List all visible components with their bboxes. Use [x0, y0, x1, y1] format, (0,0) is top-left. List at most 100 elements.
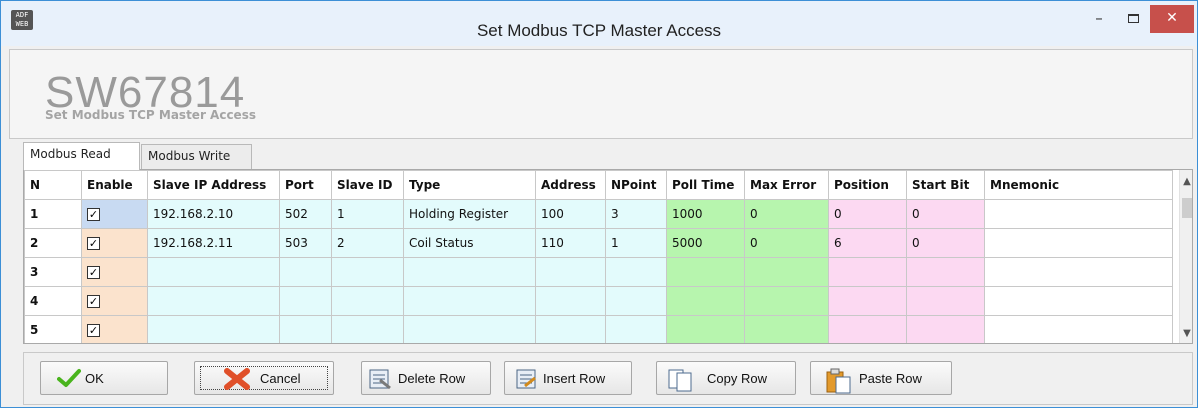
table-row[interactable]: 4 ✓: [24, 286, 1173, 316]
column-header[interactable]: Slave ID: [331, 170, 404, 200]
start-bit-cell[interactable]: 0: [906, 199, 985, 229]
type-cell[interactable]: Holding Register: [403, 199, 536, 229]
tab-modbus-read[interactable]: Modbus Read: [23, 142, 140, 170]
type-cell[interactable]: [403, 315, 536, 343]
address-cell[interactable]: 100: [535, 199, 606, 229]
npoint-cell[interactable]: 3: [605, 199, 667, 229]
poll-time-cell[interactable]: [666, 315, 745, 343]
slave-id-cell[interactable]: [331, 286, 404, 316]
maximize-button[interactable]: [1117, 5, 1149, 33]
column-header[interactable]: Mnemonic: [984, 170, 1173, 200]
row-number[interactable]: 3: [24, 257, 82, 287]
npoint-cell[interactable]: [605, 315, 667, 343]
table-row[interactable]: 5 ✓: [24, 315, 1173, 343]
scroll-down-icon[interactable]: ▼: [1180, 328, 1192, 339]
column-header[interactable]: Type: [403, 170, 536, 200]
port-cell[interactable]: 503: [279, 228, 332, 258]
slave-id-cell[interactable]: 1: [331, 199, 404, 229]
row-number[interactable]: 1: [24, 199, 82, 229]
column-header[interactable]: Enable: [81, 170, 148, 200]
slave-ip-cell[interactable]: 192.168.2.10: [147, 199, 280, 229]
tab-modbus-write[interactable]: Modbus Write: [141, 144, 252, 169]
slave-ip-cell[interactable]: [147, 315, 280, 343]
start-bit-cell[interactable]: [906, 315, 985, 343]
max-error-cell[interactable]: 0: [744, 199, 829, 229]
minimize-button[interactable]: –: [1083, 5, 1115, 33]
poll-time-cell[interactable]: [666, 257, 745, 287]
port-cell[interactable]: 502: [279, 199, 332, 229]
enable-checkbox[interactable]: ✓: [87, 324, 100, 337]
slave-ip-cell[interactable]: 192.168.2.11: [147, 228, 280, 258]
max-error-cell[interactable]: [744, 286, 829, 316]
enable-cell[interactable]: ✓: [81, 257, 148, 287]
column-header[interactable]: Max Error: [744, 170, 829, 200]
address-cell[interactable]: [535, 257, 606, 287]
npoint-cell[interactable]: [605, 257, 667, 287]
table-row[interactable]: 3 ✓: [24, 257, 1173, 287]
start-bit-cell[interactable]: [906, 286, 985, 316]
type-cell[interactable]: [403, 286, 536, 316]
max-error-cell[interactable]: [744, 315, 829, 343]
mnemonic-cell[interactable]: [984, 286, 1173, 316]
enable-cell[interactable]: ✓: [81, 286, 148, 316]
poll-time-cell[interactable]: 5000: [666, 228, 745, 258]
vertical-scrollbar[interactable]: ▲ ▼: [1179, 170, 1192, 343]
copy-row-button[interactable]: Copy Row: [656, 361, 796, 395]
table-row[interactable]: 1 ✓ 192.168.2.10 502 1 Holding Register …: [24, 199, 1173, 229]
row-number[interactable]: 5: [24, 315, 82, 343]
column-header[interactable]: Port: [279, 170, 332, 200]
enable-checkbox[interactable]: ✓: [87, 295, 100, 308]
slave-ip-cell[interactable]: [147, 257, 280, 287]
position-cell[interactable]: [828, 315, 907, 343]
max-error-cell[interactable]: 0: [744, 228, 829, 258]
position-cell[interactable]: 6: [828, 228, 907, 258]
address-cell[interactable]: 110: [535, 228, 606, 258]
slave-id-cell[interactable]: [331, 315, 404, 343]
slave-id-cell[interactable]: [331, 257, 404, 287]
scroll-up-icon[interactable]: ▲: [1180, 176, 1192, 187]
row-number[interactable]: 4: [24, 286, 82, 316]
start-bit-cell[interactable]: [906, 257, 985, 287]
position-cell[interactable]: [828, 257, 907, 287]
port-cell[interactable]: [279, 315, 332, 343]
column-header[interactable]: Position: [828, 170, 907, 200]
position-cell[interactable]: 0: [828, 199, 907, 229]
cancel-button[interactable]: Cancel: [194, 361, 334, 395]
max-error-cell[interactable]: [744, 257, 829, 287]
ok-button[interactable]: OK: [40, 361, 168, 395]
column-header[interactable]: Poll Time: [666, 170, 745, 200]
column-header[interactable]: NPoint: [605, 170, 667, 200]
poll-time-cell[interactable]: 1000: [666, 199, 745, 229]
enable-cell[interactable]: ✓: [81, 315, 148, 343]
npoint-cell[interactable]: 1: [605, 228, 667, 258]
port-cell[interactable]: [279, 286, 332, 316]
close-button[interactable]: ✕: [1150, 5, 1194, 33]
row-number[interactable]: 2: [24, 228, 82, 258]
address-cell[interactable]: [535, 286, 606, 316]
position-cell[interactable]: [828, 286, 907, 316]
column-header[interactable]: Slave IP Address: [147, 170, 280, 200]
insert-row-button[interactable]: Insert Row: [504, 361, 632, 395]
enable-checkbox[interactable]: ✓: [87, 208, 100, 221]
column-header[interactable]: N: [24, 170, 82, 200]
enable-cell[interactable]: ✓: [81, 228, 148, 258]
start-bit-cell[interactable]: 0: [906, 228, 985, 258]
column-header[interactable]: Start Bit: [906, 170, 985, 200]
paste-row-button[interactable]: Paste Row: [810, 361, 952, 395]
table-row[interactable]: 2 ✓ 192.168.2.11 503 2 Coil Status 110 1…: [24, 228, 1173, 258]
enable-checkbox[interactable]: ✓: [87, 237, 100, 250]
address-cell[interactable]: [535, 315, 606, 343]
port-cell[interactable]: [279, 257, 332, 287]
title-bar[interactable]: ADF WEB Set Modbus TCP Master Access – ✕: [1, 1, 1197, 46]
type-cell[interactable]: [403, 257, 536, 287]
type-cell[interactable]: Coil Status: [403, 228, 536, 258]
mnemonic-cell[interactable]: [984, 228, 1173, 258]
mnemonic-cell[interactable]: [984, 257, 1173, 287]
npoint-cell[interactable]: [605, 286, 667, 316]
enable-cell[interactable]: ✓: [81, 199, 148, 229]
slave-ip-cell[interactable]: [147, 286, 280, 316]
poll-time-cell[interactable]: [666, 286, 745, 316]
mnemonic-cell[interactable]: [984, 199, 1173, 229]
slave-id-cell[interactable]: 2: [331, 228, 404, 258]
enable-checkbox[interactable]: ✓: [87, 266, 100, 279]
